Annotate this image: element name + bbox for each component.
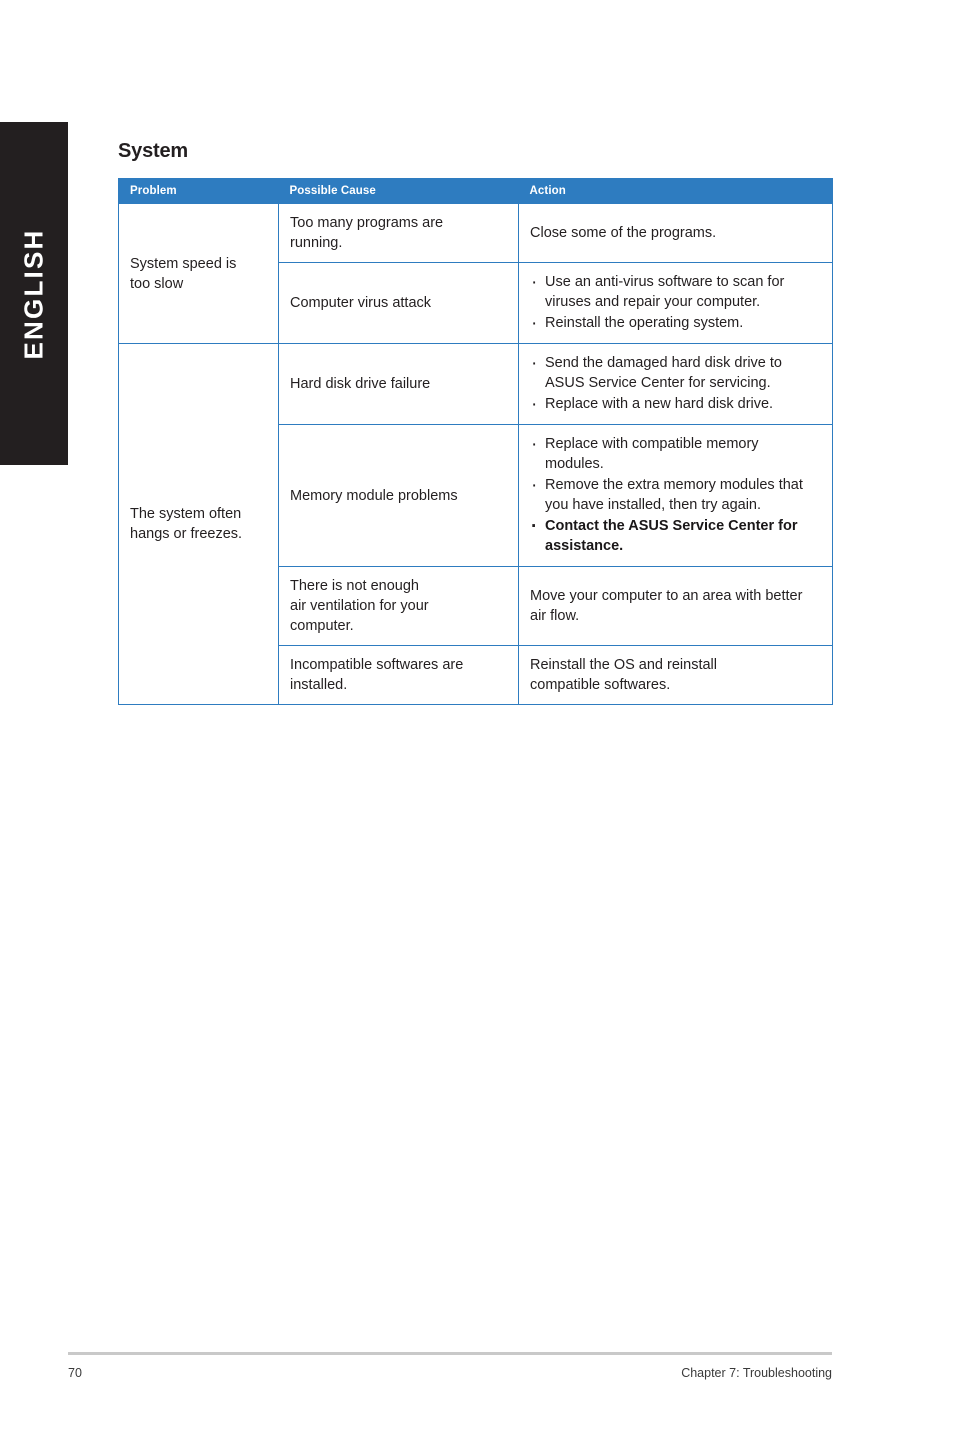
cell-possible-cause: There is not enough air ventilation for … — [278, 566, 519, 646]
action-bullet-list: Send the damaged hard disk drive to ASUS… — [530, 352, 821, 417]
cell-possible-cause: Incompatible softwares are installed. — [278, 645, 519, 705]
action-bullet-item: Contact the ASUS Service Center for assi… — [530, 515, 821, 556]
cell-possible-cause: Computer virus attack — [278, 262, 519, 344]
cell-action: Replace with compatible memory modules.R… — [518, 424, 833, 567]
column-header-action: Action — [518, 178, 833, 204]
column-header-problem: Problem — [118, 178, 279, 204]
troubleshooting-table: Problem Possible Cause Action System spe… — [118, 178, 833, 705]
problem-text: System speed is too slow — [130, 255, 237, 292]
cell-action: Reinstall the OS and reinstall compatibl… — [518, 645, 833, 705]
action-bullet-item: Reinstall the operating system. — [530, 312, 821, 336]
footer-chapter-label: Chapter 7: Troubleshooting — [681, 1366, 832, 1380]
table-row: System speed is too slow Too many program… — [118, 203, 833, 344]
cell-action: Send the damaged hard disk drive to ASUS… — [518, 343, 833, 425]
column-header-possible-cause: Possible Cause — [278, 178, 519, 204]
action-bullet-list: Replace with compatible memory modules.R… — [530, 433, 821, 556]
action-text: Close some of the programs. — [530, 225, 717, 241]
table-row: The system often hangs or freezes. Hard d… — [118, 343, 833, 705]
table-header-row: Problem Possible Cause Action — [118, 178, 833, 204]
action-bullet-item: Replace with compatible memory modules. — [530, 433, 821, 474]
action-bullet-list: Use an anti-virus software to scan for v… — [530, 271, 821, 336]
possible-cause-text: There is not enough air ventilation for … — [290, 578, 429, 634]
table-header: Problem Possible Cause Action — [118, 178, 833, 204]
action-bullet-item: Send the damaged hard disk drive to ASUS… — [530, 352, 821, 393]
possible-cause-text: Too many programs are running. — [290, 215, 444, 251]
action-bullet-item: Use an anti-virus software to scan for v… — [530, 271, 821, 312]
problem-text: The system often hangs or freezes. — [130, 506, 243, 542]
action-text: Reinstall the OS and reinstall compatibl… — [530, 657, 717, 693]
language-tab-label: ENGLISH — [18, 228, 49, 359]
possible-cause-text: Hard disk drive failure — [290, 376, 431, 392]
action-bullet-item: Replace with a new hard disk drive. — [530, 393, 821, 417]
footer-divider — [68, 1352, 832, 1355]
cell-problem: System speed is too slow — [118, 203, 279, 344]
page-footer: 70 Chapter 7: Troubleshooting — [68, 1366, 832, 1386]
cell-action: Close some of the programs. — [518, 203, 833, 263]
action-text: Move your computer to an area with bette… — [530, 588, 803, 624]
cell-action: Use an anti-virus software to scan for v… — [518, 262, 833, 344]
cell-action: Move your computer to an area with bette… — [518, 566, 833, 646]
page-content: System Problem Possible Cause Action Sys… — [118, 140, 833, 705]
possible-cause-text: Computer virus attack — [290, 295, 432, 311]
table-body: System speed is too slow Too many program… — [118, 203, 833, 705]
page-title: System — [118, 140, 188, 162]
possible-cause-text: Memory module problems — [290, 487, 458, 504]
cell-possible-cause: Hard disk drive failure — [278, 343, 519, 425]
cell-problem: The system often hangs or freezes. — [118, 343, 279, 705]
cell-possible-cause: Too many programs are running. — [278, 203, 519, 263]
language-tab: ENGLISH — [0, 122, 68, 465]
cell-possible-cause: Memory module problems — [278, 424, 519, 567]
possible-cause-text: Incompatible softwares are installed. — [290, 657, 464, 693]
footer-page-number: 70 — [68, 1366, 82, 1380]
action-bullet-item: Remove the extra memory modules that you… — [530, 474, 821, 515]
